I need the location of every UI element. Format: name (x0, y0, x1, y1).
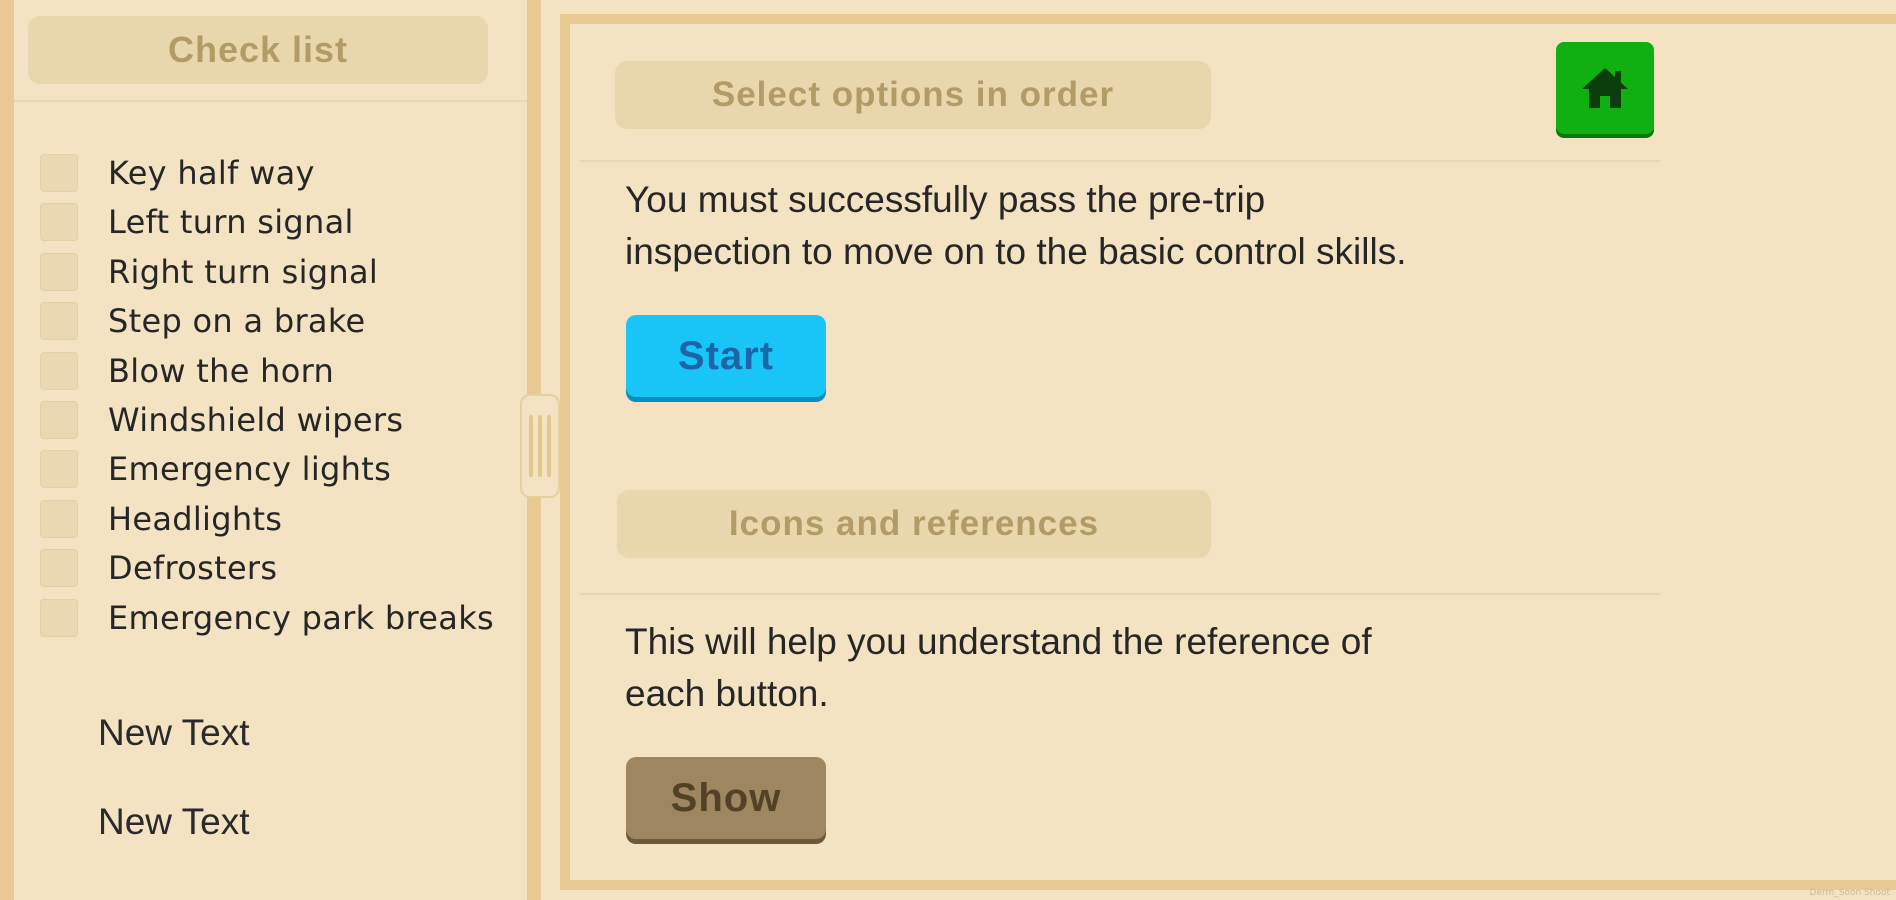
checklist-item-label: Headlights (108, 499, 283, 538)
checklist-item[interactable]: Windshield wipers (26, 397, 526, 446)
grip-bar (538, 415, 542, 477)
checklist-item-label: Windshield wipers (108, 400, 404, 439)
show-button[interactable]: Show (626, 757, 826, 839)
checkbox[interactable] (40, 203, 78, 242)
home-icon (1582, 68, 1628, 108)
placeholder-text: New Text (98, 801, 250, 842)
checklist-item[interactable]: Key half way (26, 150, 526, 199)
section-description: This will help you understand the refere… (625, 616, 1565, 720)
start-button[interactable]: Start (626, 315, 826, 397)
checkbox[interactable] (40, 302, 78, 341)
section-header-select-options: Select options in order (615, 61, 1211, 129)
description-line: This will help you understand the refere… (625, 621, 1372, 662)
section-divider (580, 593, 1660, 595)
grip-bar (529, 415, 533, 477)
checklist-title: Check list (28, 16, 488, 84)
checklist-item[interactable]: Headlights (26, 496, 526, 545)
checklist-item-label: Key half way (108, 154, 315, 192)
checklist-item[interactable]: Defrosters (26, 545, 526, 594)
sidebar-divider-line (14, 100, 527, 102)
watermark-text: Derm_Soon Shoot (1809, 888, 1890, 898)
checklist-item[interactable]: Right turn signal (26, 249, 526, 298)
checkbox[interactable] (40, 499, 78, 538)
checkbox[interactable] (40, 450, 78, 489)
checkbox[interactable] (40, 154, 78, 192)
home-button[interactable] (1556, 42, 1654, 134)
section-divider (580, 160, 1660, 162)
left-frame-edge (0, 0, 14, 900)
checkbox[interactable] (40, 598, 78, 637)
description-line: inspection to move on to the basic contr… (625, 231, 1407, 272)
checkbox[interactable] (40, 549, 78, 588)
checklist-item-label: Left turn signal (108, 203, 354, 242)
section-description: You must successfully pass the pre-trip … (625, 174, 1565, 278)
app-window: Check list Key half way Left turn signal… (0, 0, 1896, 900)
description-line: You must successfully pass the pre-trip (625, 179, 1266, 220)
checklist-item-label: Right turn signal (108, 252, 379, 291)
checklist-item-label: Defrosters (108, 549, 278, 588)
checklist: Key half way Left turn signal Right turn… (26, 150, 526, 644)
sidebar-resize-handle[interactable] (520, 394, 560, 498)
checklist-item[interactable]: Left turn signal (26, 199, 526, 248)
grip-bar (547, 415, 551, 477)
placeholder-text: New Text (98, 712, 250, 753)
checkbox[interactable] (40, 252, 78, 291)
checkbox[interactable] (40, 351, 78, 390)
checkbox[interactable] (40, 400, 78, 439)
checklist-item[interactable]: Emergency park breaks (26, 595, 526, 644)
checklist-item[interactable]: Blow the horn (26, 348, 526, 397)
checklist-item-label: Emergency lights (108, 450, 392, 489)
checklist-item-label: Emergency park breaks (108, 598, 495, 637)
section-header-icons-references: Icons and references (617, 490, 1211, 558)
checklist-item[interactable]: Emergency lights (26, 446, 526, 495)
checklist-item[interactable]: Step on a brake (26, 298, 526, 347)
checklist-item-label: Blow the horn (108, 351, 335, 390)
checklist-item-label: Step on a brake (108, 302, 366, 341)
description-line: each button. (625, 673, 829, 714)
